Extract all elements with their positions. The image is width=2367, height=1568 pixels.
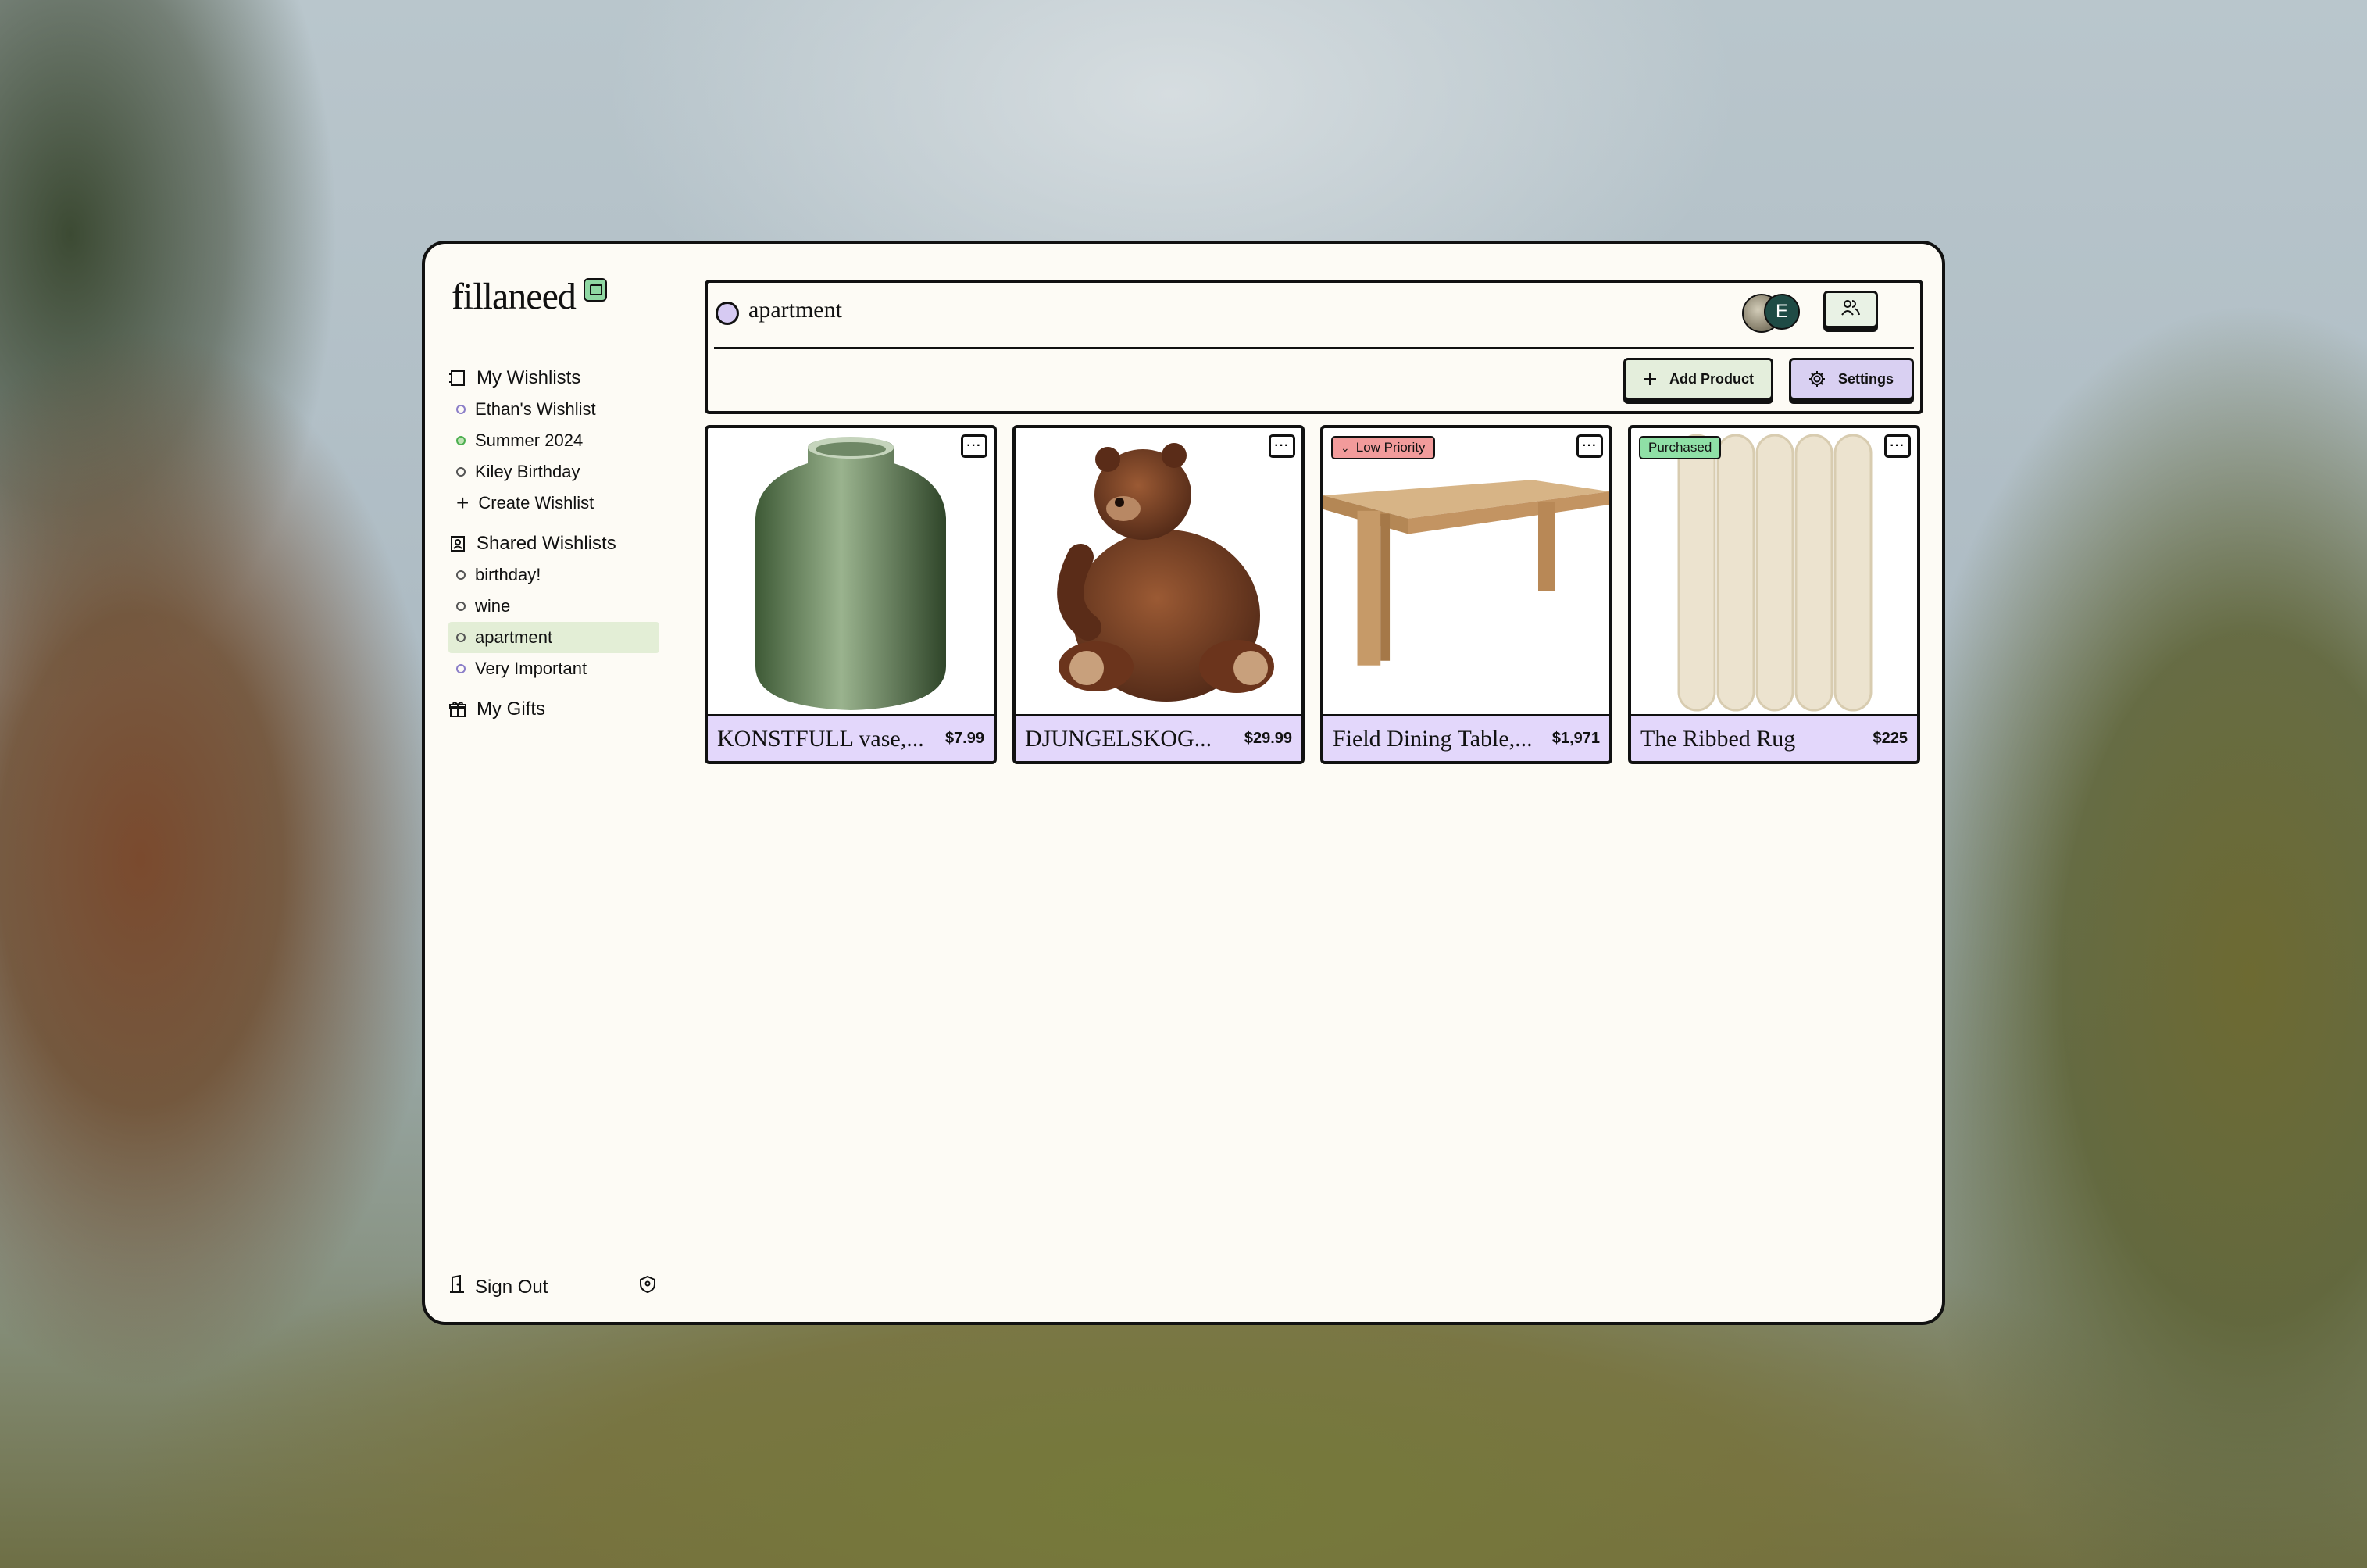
product-price: $7.99 (944, 730, 984, 747)
sidebar-item-label: apartment (475, 627, 553, 647)
wishlist-color-icon[interactable] (716, 302, 739, 325)
sidebar-item-kiley-birthday[interactable]: Kiley Birthday (448, 456, 659, 488)
product-card[interactable]: Purchased ··· The Ribbed Rug $225 (1628, 425, 1920, 764)
sidebar-section-my-wishlists[interactable]: My Wishlists (448, 363, 659, 394)
product-card[interactable]: ⌄ Low Priority ··· Field Dining Table,..… (1320, 425, 1612, 764)
section-label: Shared Wishlists (477, 533, 616, 554)
product-name: KONSTFULL vase,... (717, 725, 924, 752)
more-options-button[interactable]: ··· (1269, 434, 1295, 458)
privacy-shield-icon[interactable] (639, 1275, 656, 1298)
sidebar-item-ethans-wishlist[interactable]: Ethan's Wishlist (448, 394, 659, 425)
sidebar-item-label: Summer 2024 (475, 430, 584, 450)
more-options-button[interactable]: ··· (1884, 434, 1911, 458)
add-product-label: Add Product (1669, 370, 1754, 387)
divider (714, 347, 1914, 349)
list-dot-icon (456, 436, 466, 445)
bear-image (1016, 428, 1301, 717)
sidebar-item-label: birthday! (475, 565, 541, 584)
gift-icon (448, 700, 467, 719)
list-dot-icon (456, 602, 466, 611)
page-title[interactable]: apartment (748, 297, 842, 323)
product-name: The Ribbed Rug (1640, 725, 1796, 752)
list-dot-icon (456, 633, 466, 642)
product-price: $225 (1873, 730, 1908, 747)
list-dot-icon (456, 664, 466, 673)
app-window: fillaneed My Wishlists Ethan's Wishlist … (422, 241, 1945, 1325)
more-options-button[interactable]: ··· (961, 434, 987, 458)
share-members-button[interactable] (1823, 291, 1878, 328)
settings-button[interactable]: Settings (1789, 358, 1914, 400)
purchased-badge: Purchased (1639, 436, 1722, 459)
settings-label: Settings (1838, 370, 1894, 387)
product-footer: DJUNGELSKOG... $29.99 (1016, 714, 1301, 761)
product-card[interactable]: ··· DJUNGELSKOG... $29.99 (1012, 425, 1305, 764)
table-image (1323, 428, 1609, 717)
create-wishlist-button[interactable]: + Create Wishlist (448, 488, 659, 519)
list-dot-icon (456, 467, 466, 477)
sign-out-label: Sign Out (475, 1276, 548, 1298)
list-dot-icon (456, 405, 466, 414)
sidebar-item-my-gifts[interactable]: My Gifts (448, 694, 659, 725)
product-price: $29.99 (1244, 730, 1292, 747)
low-priority-badge: ⌄ Low Priority (1331, 436, 1435, 459)
gear-icon (1808, 370, 1826, 388)
shared-list-icon (448, 534, 467, 553)
sidebar: My Wishlists Ethan's Wishlist Summer 202… (448, 363, 659, 725)
product-footer: The Ribbed Rug $225 (1631, 714, 1917, 761)
sidebar-item-label: Very Important (475, 659, 587, 678)
sidebar-item-birthday[interactable]: birthday! (448, 559, 659, 591)
product-name: DJUNGELSKOG... (1025, 725, 1212, 752)
logo[interactable]: fillaneed (452, 275, 607, 318)
plus-icon (1643, 372, 1657, 386)
badge-label: Purchased (1648, 440, 1712, 455)
chevron-double-down-icon: ⌄ (1341, 441, 1350, 454)
list-dot-icon (456, 570, 466, 580)
sidebar-item-summer-2024[interactable]: Summer 2024 (448, 425, 659, 456)
wishlist-header: apartment E Add Product Settings (705, 280, 1923, 414)
more-options-button[interactable]: ··· (1576, 434, 1603, 458)
users-icon (1840, 298, 1861, 321)
rug-image (1631, 428, 1917, 717)
product-name: Field Dining Table,... (1333, 725, 1533, 752)
plus-icon: + (456, 491, 469, 515)
add-product-button[interactable]: Add Product (1623, 358, 1773, 400)
vase-image (708, 428, 994, 717)
section-label: My Wishlists (477, 367, 581, 388)
my-gifts-label: My Gifts (477, 698, 545, 720)
logo-icon (583, 278, 607, 302)
sidebar-item-apartment[interactable]: apartment (448, 622, 659, 653)
product-price: $1,971 (1551, 730, 1600, 747)
sidebar-item-wine[interactable]: wine (448, 591, 659, 622)
sidebar-item-label: Ethan's Wishlist (475, 399, 596, 419)
product-footer: KONSTFULL vase,... $7.99 (708, 714, 994, 761)
product-card[interactable]: ··· KONSTFULL vase,... $7.99 (705, 425, 997, 764)
sidebar-item-very-important[interactable]: Very Important (448, 653, 659, 684)
create-wishlist-label: Create Wishlist (478, 493, 594, 513)
badge-label: Low Priority (1355, 440, 1426, 455)
product-footer: Field Dining Table,... $1,971 (1323, 714, 1609, 761)
logo-text: fillaneed (452, 276, 577, 317)
sidebar-section-shared-wishlists[interactable]: Shared Wishlists (448, 528, 659, 559)
sidebar-item-label: Kiley Birthday (475, 462, 580, 481)
sign-out-button[interactable]: Sign Out (448, 1274, 548, 1299)
door-icon (448, 1274, 466, 1299)
sidebar-item-label: wine (475, 596, 511, 616)
avatar[interactable]: E (1764, 294, 1800, 330)
wishlist-icon (448, 369, 467, 388)
